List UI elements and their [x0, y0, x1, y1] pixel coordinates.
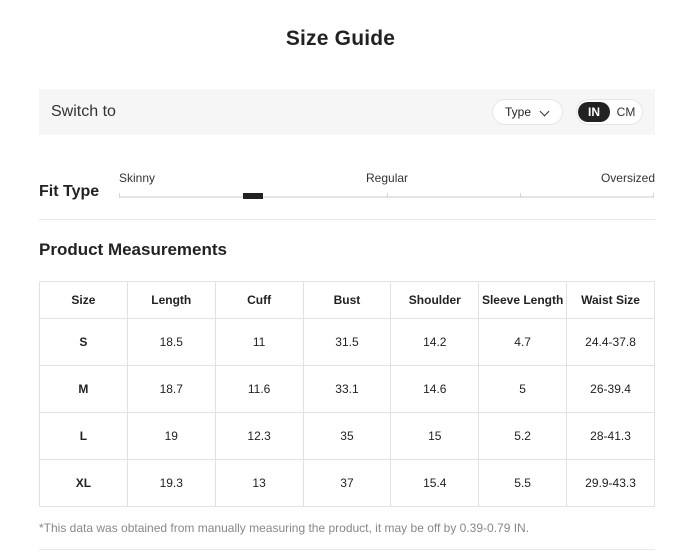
- table-cell: 15.4: [390, 459, 480, 507]
- switch-label: Switch to: [51, 103, 116, 120]
- fit-option-regular: Regular: [366, 171, 409, 185]
- unit-switch-bar: Switch to Type IN CM: [39, 89, 655, 135]
- measurement-disclaimer: *This data was obtained from manually me…: [39, 521, 530, 535]
- unit-in-button[interactable]: IN: [578, 102, 610, 122]
- size-cell: M: [39, 365, 128, 413]
- table-cell: 11: [214, 318, 304, 366]
- fit-scale-tick: [387, 193, 388, 198]
- size-cell: XL: [39, 459, 128, 507]
- column-header: Sleeve Length: [478, 281, 568, 319]
- table-cell: 26-39.4: [566, 365, 655, 413]
- table-row: XL 19.3 13 37 15.4 5.5 29.9-43.3: [39, 459, 655, 507]
- type-dropdown-label: Type: [505, 105, 532, 119]
- column-header: Length: [126, 281, 216, 319]
- column-header: Cuff: [214, 281, 304, 319]
- table-cell: 29.9-43.3: [566, 459, 655, 507]
- fit-type-label: Fit Type: [39, 183, 100, 200]
- size-cell: S: [39, 318, 128, 366]
- table-cell: 5: [478, 365, 568, 413]
- table-cell: 35: [302, 412, 392, 460]
- unit-cm-button[interactable]: CM: [612, 102, 640, 122]
- fit-scale-tick: [653, 193, 654, 198]
- table-row: S 18.5 11 31.5 14.2 4.7 24.4-37.8: [39, 318, 655, 366]
- product-measurements-title: Product Measurements: [39, 240, 227, 259]
- fit-scale-tick: [119, 193, 120, 198]
- table-row: M 18.7 11.6 33.1 14.6 5 26-39.4: [39, 365, 655, 413]
- table-cell: 19.3: [126, 459, 216, 507]
- column-header: Size: [39, 281, 128, 319]
- table-cell: 5.2: [478, 412, 568, 460]
- table-cell: 5.5: [478, 459, 568, 507]
- table-cell: 4.7: [478, 318, 568, 366]
- table-cell: 19: [126, 412, 216, 460]
- table-cell: 33.1: [302, 365, 392, 413]
- table-cell: 11.6: [214, 365, 304, 413]
- table-cell: 24.4-37.8: [566, 318, 655, 366]
- fit-scale-marker: [242, 193, 263, 199]
- section-divider: [39, 219, 655, 220]
- size-cell: L: [39, 412, 128, 460]
- table-cell: 14.6: [390, 365, 480, 413]
- fit-scale-tick: [520, 193, 521, 198]
- measurements-table: Size Length Cuff Bust Shoulder Sleeve Le…: [39, 281, 655, 507]
- table-cell: 37: [302, 459, 392, 507]
- fit-option-skinny: Skinny: [119, 171, 156, 185]
- table-row: L 19 12.3 35 15 5.2 28-41.3: [39, 412, 655, 460]
- column-header: Shoulder: [390, 281, 480, 319]
- unit-toggle: IN CM: [576, 99, 643, 125]
- table-cell: 28-41.3: [566, 412, 655, 460]
- bottom-divider: [39, 549, 655, 550]
- table-cell: 15: [390, 412, 480, 460]
- fit-option-oversized: Oversized: [600, 171, 655, 185]
- column-header: Waist Size: [566, 281, 655, 319]
- table-cell: 14.2: [390, 318, 480, 366]
- column-header: Bust: [302, 281, 392, 319]
- table-header-row: Size Length Cuff Bust Shoulder Sleeve Le…: [39, 281, 655, 319]
- table-cell: 18.7: [126, 365, 216, 413]
- page-title: Size Guide: [285, 27, 396, 50]
- table-cell: 12.3: [214, 412, 304, 460]
- table-cell: 13: [214, 459, 304, 507]
- table-cell: 31.5: [302, 318, 392, 366]
- type-dropdown[interactable]: Type: [492, 99, 563, 125]
- chevron-down-icon: [539, 106, 550, 117]
- table-cell: 18.5: [126, 318, 216, 366]
